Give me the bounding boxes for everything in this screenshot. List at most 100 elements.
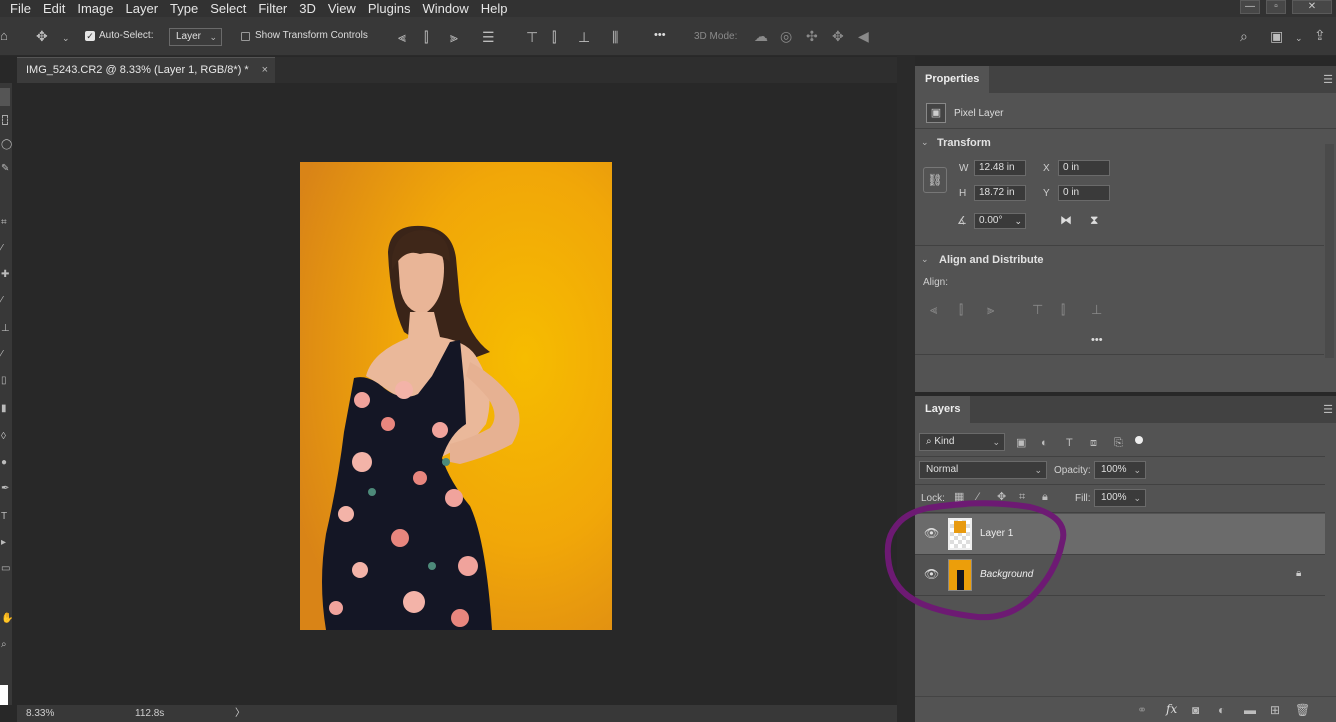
search-icon[interactable]: ⌕ [1240, 29, 1248, 43]
scale-3d-icon[interactable]: ◀ [858, 29, 869, 43]
flip-horizontal-icon[interactable]: ⧓ [1060, 213, 1072, 227]
menu-layer[interactable]: Layer [120, 0, 165, 17]
type-tool-icon[interactable]: T [1, 511, 7, 522]
pan-3d-icon[interactable]: ✣ [806, 29, 818, 43]
eyedropper-icon[interactable]: ⁄ [1, 243, 3, 254]
y-field[interactable]: 0 in [1058, 185, 1110, 201]
workspace-icon[interactable]: ▣ [1270, 29, 1283, 43]
angle-field[interactable]: 0.00° ⌄ [974, 213, 1026, 229]
shape-tool-icon[interactable]: ▭ [1, 563, 10, 574]
slide-3d-icon[interactable]: ✥ [832, 29, 844, 43]
align-top-edges-icon[interactable]: ⊤ [1032, 303, 1043, 317]
height-field[interactable]: 18.72 in [974, 185, 1026, 201]
align-bottom-edges-icon[interactable]: ⊥ [1091, 303, 1102, 317]
align-hcenter-icon[interactable]: ⫿ [424, 30, 428, 44]
fx-icon[interactable]: fx [1166, 702, 1177, 716]
path-select-icon[interactable]: ▸ [1, 537, 6, 548]
menu-select[interactable]: Select [204, 0, 252, 17]
blend-mode-dropdown[interactable]: Normal ⌄ [919, 461, 1047, 479]
chevron-down-icon[interactable]: ⌄ [1295, 31, 1303, 45]
minimize-button[interactable]: — [1240, 0, 1260, 14]
flip-vertical-icon[interactable]: ⧗ [1090, 213, 1098, 228]
menu-help[interactable]: Help [475, 0, 514, 17]
distribute-spacing-icon[interactable]: ⫼ [612, 30, 618, 44]
menu-window[interactable]: Window [416, 0, 474, 17]
filter-adjustment-icon[interactable]: ◐ [1041, 436, 1048, 450]
more-options-icon[interactable]: ••• [654, 29, 666, 41]
properties-scrollbar[interactable] [1325, 144, 1334, 358]
menu-file[interactable]: File [0, 0, 37, 17]
close-window-button[interactable]: ✕ [1292, 0, 1332, 14]
crop-tool-icon[interactable]: ⌗ [1, 217, 7, 228]
quick-select-icon[interactable]: ✎ [1, 163, 9, 174]
width-field[interactable]: 12.48 in [974, 160, 1026, 176]
pen-tool-icon[interactable]: ✒ [1, 483, 9, 494]
filter-toggle-icon[interactable] [1135, 436, 1143, 444]
align-vcenter-icon[interactable]: ⫿ [552, 30, 556, 44]
menu-edit[interactable]: Edit [37, 0, 71, 17]
folder-icon[interactable]: ▬ [1244, 703, 1256, 717]
chevron-down-icon[interactable]: ⌄ [921, 137, 929, 148]
home-icon[interactable]: ⌂ [0, 29, 8, 43]
restore-button[interactable]: ▫ [1266, 0, 1286, 14]
align-bottom-icon[interactable]: ⊥ [578, 30, 590, 44]
brush-tool-icon[interactable]: ⁄ [1, 295, 3, 306]
x-field[interactable]: 0 in [1058, 160, 1110, 176]
eraser-tool-icon[interactable]: ▯ [1, 375, 7, 386]
tab-layers[interactable]: Layers [915, 396, 971, 423]
history-brush-icon[interactable]: ⁄ [1, 349, 3, 360]
tab-properties[interactable]: Properties [915, 66, 990, 93]
menu-3d[interactable]: 3D [293, 0, 322, 17]
panel-menu-icon[interactable]: ☰ [1323, 403, 1333, 416]
chevron-down-icon[interactable]: ⌄ [921, 254, 929, 265]
align-right-edges-icon[interactable]: ⫸ [987, 303, 994, 317]
trash-icon[interactable]: 🗑︎ [1295, 703, 1310, 717]
auto-select-dropdown[interactable]: Layer ⌄ [169, 28, 222, 46]
blur-tool-icon[interactable]: ◊ [1, 431, 6, 442]
zoom-tool-icon[interactable]: ⌕ [1, 639, 7, 650]
filter-kind-dropdown[interactable]: ⌕ Kind ⌄ [919, 433, 1005, 451]
status-arrow-icon[interactable]: 〉 [235, 705, 245, 722]
gradient-tool-icon[interactable]: ▮ [1, 403, 7, 414]
zoom-level[interactable]: 8.33% [26, 705, 54, 722]
opacity-field[interactable]: 100% ⌄ [1094, 461, 1146, 479]
align-horizontal-centers-icon[interactable]: ⫿ [959, 303, 963, 317]
mask-icon[interactable]: ◙ [1192, 703, 1199, 717]
menu-view[interactable]: View [322, 0, 362, 17]
filter-pixel-icon[interactable]: ▣ [1016, 436, 1026, 450]
lasso-tool-icon[interactable]: ◯ [1, 139, 12, 150]
align-left-edges-icon[interactable]: ⫷ [930, 303, 937, 317]
document-tab[interactable]: IMG_5243.CR2 @ 8.33% (Layer 1, RGB/8*) *… [17, 57, 275, 83]
chevron-down-icon[interactable]: ⌄ [62, 31, 70, 45]
auto-select-checkbox[interactable]: ✓ [85, 31, 95, 41]
filter-shape-icon[interactable]: ⧈ [1090, 436, 1097, 450]
share-icon[interactable]: ⇪ [1314, 28, 1326, 42]
stamp-tool-icon[interactable]: ⊥ [1, 323, 10, 334]
adjustment-icon[interactable]: ◐ [1218, 703, 1225, 717]
foreground-color-swatch[interactable] [0, 685, 8, 705]
move-tool-icon[interactable]: ✥ [36, 29, 48, 43]
filter-smart-object-icon[interactable]: ⎘ [1114, 436, 1123, 450]
roll-3d-icon[interactable]: ◎ [780, 29, 792, 43]
document-image[interactable] [300, 162, 612, 630]
align-vertical-centers-icon[interactable]: ⫿ [1061, 303, 1065, 317]
new-layer-icon[interactable]: ⊞ [1270, 703, 1280, 717]
orbit-3d-icon[interactable]: ☁ [754, 29, 768, 43]
menu-type[interactable]: Type [164, 0, 204, 17]
healing-brush-icon[interactable]: ✚ [1, 269, 9, 280]
link-icon[interactable]: ⚭ [1137, 703, 1147, 717]
transform-controls-checkbox[interactable] [241, 32, 250, 41]
distribute-icon[interactable]: ☰ [482, 30, 495, 44]
align-top-icon[interactable]: ⊤ [526, 30, 538, 44]
panel-menu-icon[interactable]: ☰ [1323, 73, 1333, 86]
close-tab-icon[interactable]: × [262, 58, 268, 83]
menu-image[interactable]: Image [71, 0, 119, 17]
fill-field[interactable]: 100% ⌄ [1094, 489, 1146, 507]
dodge-tool-icon[interactable]: ● [1, 457, 7, 468]
move-tool-icon[interactable] [0, 88, 10, 106]
align-left-icon[interactable]: ⫷ [398, 30, 406, 44]
marquee-tool-icon[interactable] [2, 115, 8, 125]
menu-plugins[interactable]: Plugins [362, 0, 417, 17]
hand-tool-icon[interactable]: ✋ [1, 613, 13, 624]
link-dimensions-icon[interactable]: ⛓ [923, 167, 947, 193]
